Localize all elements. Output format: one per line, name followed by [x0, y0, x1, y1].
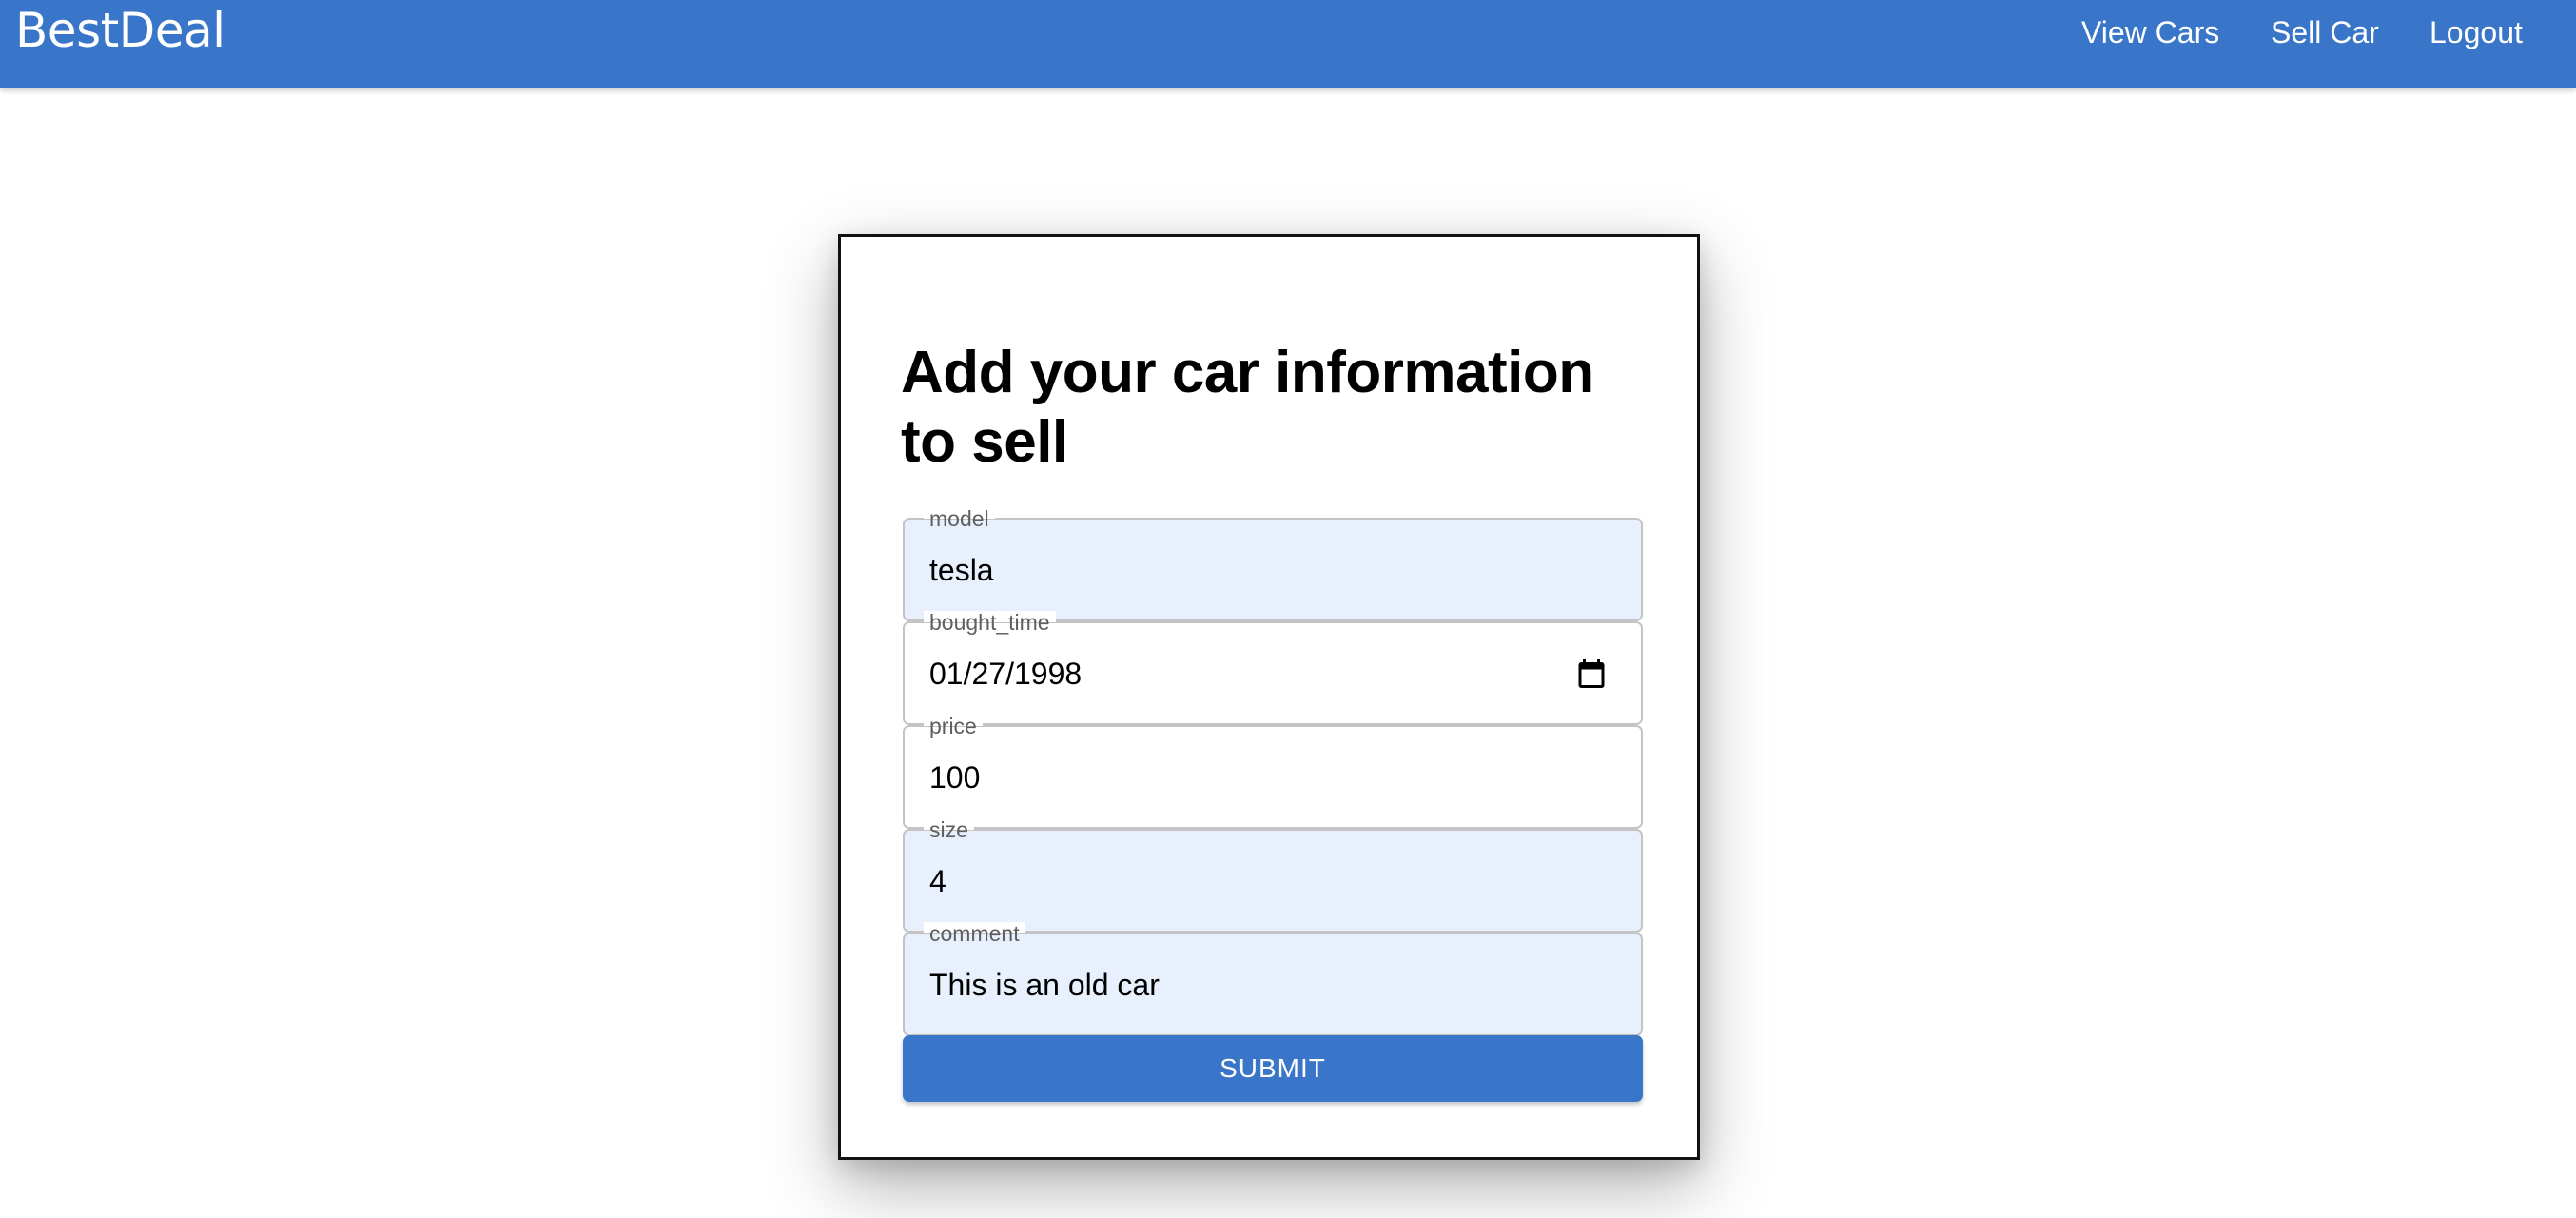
brand-logo[interactable]: BestDeal — [15, 2, 225, 59]
comment-label: comment — [924, 922, 1025, 945]
size-field[interactable]: size 4 — [903, 818, 1643, 933]
bought-time-input[interactable]: 01/27/1998 — [929, 655, 1082, 693]
nav-logout[interactable]: Logout — [2430, 13, 2523, 51]
app-bar: BestDeal View Cars Sell Car Logout — [0, 0, 2576, 88]
calendar-icon[interactable] — [1574, 656, 1609, 692]
sell-car-form-card: Add your car information to sell model t… — [838, 234, 1700, 1160]
nav-sell-car[interactable]: Sell Car — [2271, 13, 2379, 51]
size-label: size — [924, 818, 974, 841]
comment-field[interactable]: comment This is an old car — [903, 922, 1643, 1036]
bought-time-field[interactable]: bought_time 01/27/1998 — [903, 611, 1643, 725]
model-input[interactable]: tesla — [929, 551, 994, 589]
submit-button[interactable]: SUBMIT — [903, 1035, 1643, 1102]
model-field[interactable]: model tesla — [903, 507, 1643, 621]
model-label: model — [924, 507, 995, 530]
bought-time-label: bought_time — [924, 611, 1056, 634]
comment-input[interactable]: This is an old car — [929, 966, 1160, 1004]
form-title: Add your car information to sell — [901, 340, 1594, 475]
size-input[interactable]: 4 — [929, 862, 946, 900]
price-field[interactable]: price 100 — [903, 715, 1643, 829]
nav-view-cars[interactable]: View Cars — [2081, 13, 2219, 51]
price-label: price — [924, 715, 983, 737]
price-input[interactable]: 100 — [929, 758, 980, 796]
